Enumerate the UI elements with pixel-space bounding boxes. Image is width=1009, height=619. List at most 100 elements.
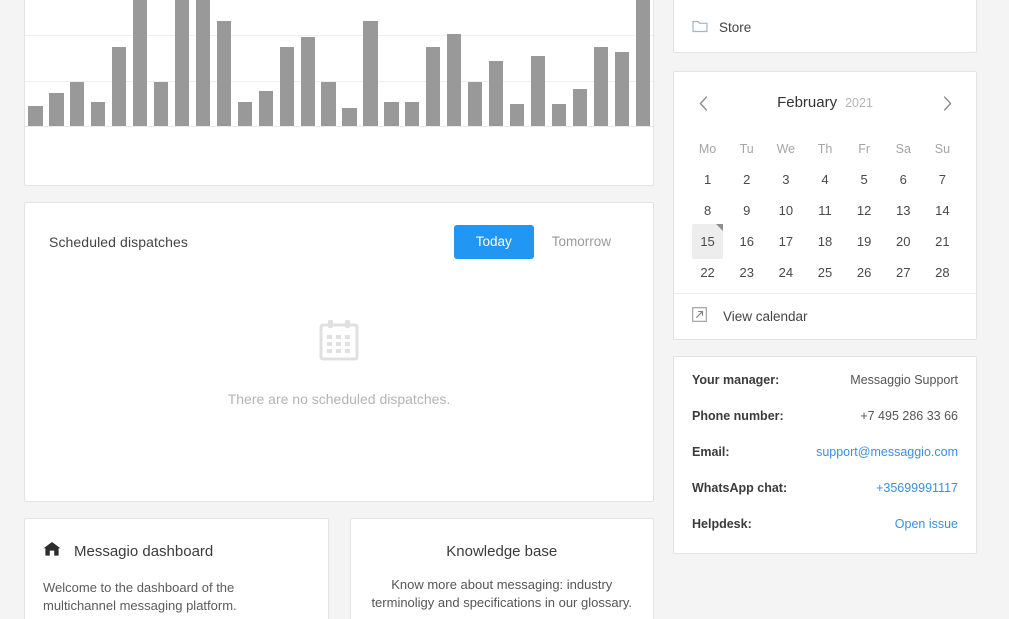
calendar-weekday-row: Mo Tu We Th Fr Sa Su (688, 134, 962, 164)
tomorrow-button[interactable]: Tomorrow (534, 225, 629, 259)
contact-row: Phone number: +7 495 286 33 66 (692, 409, 958, 445)
chart-bar-slot (276, 0, 297, 126)
store-label: Store (719, 20, 752, 35)
chart-bar-slot (381, 0, 402, 126)
scheduled-dispatches-title: Scheduled dispatches (49, 234, 188, 250)
dispatches-empty-text: There are no scheduled dispatches. (227, 391, 451, 407)
knowledge-base-header: Knowledge base (369, 543, 636, 560)
chart-bar (488, 61, 504, 126)
messagio-dashboard-body: Welcome to the dashboard of the multicha… (43, 580, 237, 614)
calendar-title: February 2021 (777, 94, 873, 112)
calendar-day[interactable]: 22 (688, 257, 727, 288)
calendar-day[interactable]: 19 (845, 226, 884, 257)
chart-bar (509, 103, 525, 126)
support-contacts-card: Your manager: Messaggio Support Phone numb… (673, 356, 977, 554)
chart-bar (279, 46, 294, 126)
calendar-day[interactable]: 26 (845, 257, 884, 288)
contact-value-link[interactable]: +35699991117 (876, 481, 958, 495)
chart-bar (468, 81, 483, 126)
calendar-day[interactable]: 6 (884, 164, 923, 195)
chart-bar-slot (402, 0, 423, 126)
calendar-day[interactable]: 24 (766, 257, 805, 288)
calendar-day-corner-marker (716, 224, 724, 231)
calendar-day[interactable]: 16 (727, 226, 766, 257)
chart-bar (342, 107, 357, 126)
home-icon (43, 541, 61, 561)
chart-bar-slot (423, 0, 444, 126)
view-calendar-link[interactable]: View calendar (674, 293, 976, 339)
calendar-day[interactable]: 10 (766, 195, 805, 226)
chart-bar-slot (25, 0, 46, 126)
chart-bar-slot (151, 0, 172, 126)
contact-value-link[interactable]: support@messaggio.com (816, 445, 958, 459)
contact-row: Helpdesk: Open issue (692, 517, 958, 553)
calendar-day[interactable]: 9 (727, 195, 766, 226)
chart-bar (300, 37, 315, 126)
contact-label: Helpdesk: (692, 517, 752, 531)
calendar-day[interactable]: 23 (727, 257, 766, 288)
calendar-day[interactable]: 17 (766, 226, 805, 257)
calendar-day[interactable]: 1 (688, 164, 727, 195)
chart-bar (112, 46, 127, 126)
chart-bar-slot (339, 0, 360, 126)
calendar-day[interactable]: 7 (923, 164, 962, 195)
calendar-day[interactable]: 4 (805, 164, 844, 195)
chart-bar-slot (548, 0, 569, 126)
chart-bar-slot (67, 0, 88, 126)
calendar-day[interactable]: 28 (923, 257, 962, 288)
chart-bar-slot (46, 0, 67, 126)
calendar-day[interactable]: 8 (688, 195, 727, 226)
contact-list: Your manager: Messaggio Support Phone numb… (692, 373, 958, 553)
chart-bar-slot (318, 0, 339, 126)
calendar-day-selected[interactable]: 15 (688, 224, 727, 259)
chart-bar-slot (297, 0, 318, 126)
chart-bar (91, 102, 106, 126)
chart-bar-slot (234, 0, 255, 126)
folder-icon (692, 19, 708, 36)
calendar-day[interactable]: 5 (845, 164, 884, 195)
chart-bar (258, 90, 273, 126)
calendar-day[interactable]: 3 (766, 164, 805, 195)
chart-bar (635, 0, 650, 126)
calendar-day[interactable]: 20 (884, 226, 923, 257)
calendar-day[interactable]: 2 (727, 164, 766, 195)
calendar-day[interactable]: 14 (923, 195, 962, 226)
chart-bar (49, 92, 64, 126)
contact-row: WhatsApp chat: +35699991117 (692, 481, 958, 517)
contact-label: WhatsApp chat: (692, 481, 788, 495)
contact-label: Phone number: (692, 409, 784, 423)
chart-bar-slot (193, 0, 214, 126)
calendar-day[interactable]: 11 (805, 195, 844, 226)
chart-bar (216, 20, 232, 126)
calendar-day[interactable]: 27 (884, 257, 923, 288)
calendar-year: 2021 (845, 96, 873, 110)
chart-bar-slot (130, 0, 151, 126)
contact-value-link[interactable]: Open issue (895, 517, 958, 531)
contact-value: Messaggio Support (850, 373, 958, 387)
calendar-month: February (777, 94, 838, 111)
calendar-day-number: 15 (700, 234, 715, 249)
chart-bar-slot (88, 0, 109, 126)
chart-bar-slot (255, 0, 276, 126)
store-link[interactable]: Store (692, 19, 751, 36)
calendar-day[interactable]: 12 (845, 195, 884, 226)
external-link-icon (692, 306, 707, 327)
chart-bar (530, 55, 546, 126)
knowledge-base-body: Know more about messaging: industry term… (371, 577, 633, 611)
today-button[interactable]: Today (453, 225, 534, 259)
calendar-day[interactable]: 18 (805, 226, 844, 257)
chart-bar (447, 33, 462, 126)
chart-bar-slot (569, 0, 590, 126)
chevron-left-icon[interactable] (688, 88, 718, 118)
chart-bar (384, 102, 399, 126)
chart-bar-slot (590, 0, 611, 126)
calendar-day[interactable]: 13 (884, 195, 923, 226)
calendar-day[interactable]: 25 (805, 257, 844, 288)
messagio-dashboard-card: Messagio dashboard Welcome to the dashbo… (24, 518, 329, 619)
chart-bar-slot (444, 0, 465, 126)
chart-bar-slot (611, 0, 632, 126)
calendar-day[interactable]: 21 (923, 226, 962, 257)
chart-bar (426, 46, 441, 126)
chevron-right-icon[interactable] (932, 88, 962, 118)
chart-bar (551, 103, 567, 126)
